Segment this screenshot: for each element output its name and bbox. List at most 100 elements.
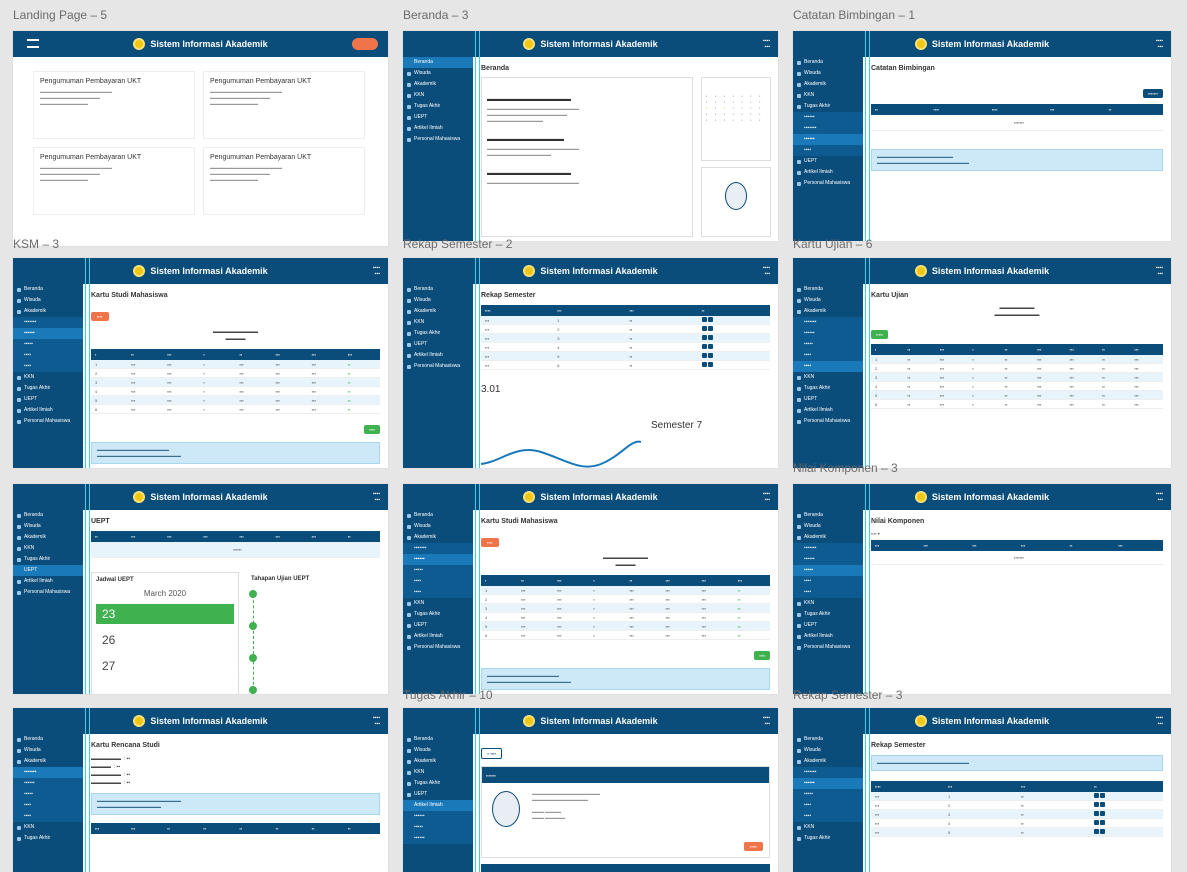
user-info[interactable]: ▪▪▪▪ ▪▪▪: [763, 265, 770, 277]
sidebar-item[interactable]: Beranda: [793, 734, 863, 745]
sidebar-item[interactable]: Artikel Ilmiah: [13, 405, 83, 416]
sidebar-item[interactable]: Personal Mahasiswa: [13, 416, 83, 427]
sidebar-item-beranda[interactable]: Beranda: [403, 57, 473, 68]
sidebar-item[interactable]: Akademik: [403, 306, 473, 317]
sidebar-item[interactable]: Artikel Ilmiah: [13, 576, 83, 587]
print-button[interactable]: ▪▪▪▪: [91, 312, 109, 321]
sidebar-item[interactable]: Beranda: [13, 510, 83, 521]
sidebar-item[interactable]: Akademik: [793, 79, 863, 90]
sidebar-item[interactable]: Wisuda: [793, 295, 863, 306]
sidebar-item[interactable]: Tugas Akhir: [403, 328, 473, 339]
print-button[interactable]: ▪▪▪▪: [481, 538, 499, 547]
sidebar-item[interactable]: Akademik: [793, 306, 863, 317]
sidebar-item[interactable]: Wisuda: [13, 521, 83, 532]
sidebar-item[interactable]: Akademik: [403, 532, 473, 543]
sidebar-sub[interactable]: ▪▪▪▪: [403, 576, 473, 587]
sidebar-item-kkn[interactable]: KKN: [403, 90, 473, 101]
sidebar-sub[interactable]: ▪▪▪▪: [13, 361, 83, 372]
sidebar-item[interactable]: Artikel Ilmiah: [403, 631, 473, 642]
schedule-item[interactable]: 26: [96, 630, 234, 650]
sidebar-sub[interactable]: ▪▪▪▪: [793, 350, 863, 361]
user-info[interactable]: ▪▪▪▪ ▪▪▪: [763, 38, 770, 50]
sidebar-sub[interactable]: ▪▪▪▪▪: [793, 565, 863, 576]
announcement-card[interactable]: Pengumuman Pembayaran UKT ▬▬▬▬▬▬▬▬▬▬▬▬▬▬▬…: [203, 71, 365, 139]
sidebar-sub[interactable]: ▪▪▪▪▪▪▪: [13, 317, 83, 328]
sidebar-item[interactable]: Wisuda: [403, 295, 473, 306]
sidebar-sub[interactable]: ▪▪▪▪▪▪▪: [793, 767, 863, 778]
sidebar-sub[interactable]: ▪▪▪▪▪▪: [793, 112, 863, 123]
login-button[interactable]: [352, 38, 378, 50]
sidebar-item[interactable]: Wisuda: [13, 745, 83, 756]
sidebar-item[interactable]: Akademik: [793, 756, 863, 767]
sidebar-item[interactable]: KKN: [793, 372, 863, 383]
sidebar-item[interactable]: UEPT: [793, 156, 863, 167]
sidebar-item[interactable]: Personal Mahasiswa: [13, 587, 83, 598]
sidebar-sub[interactable]: ▪▪▪▪▪: [793, 339, 863, 350]
user-info[interactable]: ▪▪▪▪ ▪▪▪: [1156, 715, 1163, 727]
sidebar-item[interactable]: Beranda: [13, 734, 83, 745]
sidebar-item[interactable]: Artikel Ilmiah: [793, 405, 863, 416]
sidebar-item[interactable]: KKN: [13, 543, 83, 554]
sidebar-sub[interactable]: ▪▪▪▪▪: [403, 565, 473, 576]
sidebar-sub[interactable]: ▪▪▪▪▪▪: [793, 134, 863, 145]
sidebar-sub[interactable]: ▪▪▪▪▪▪▪: [793, 123, 863, 134]
sidebar-item-uept[interactable]: UEPT: [403, 112, 473, 123]
sidebar-item[interactable]: KKN: [793, 822, 863, 833]
menu-icon[interactable]: [27, 39, 39, 48]
sidebar-item[interactable]: KKN: [793, 598, 863, 609]
sidebar-item[interactable]: Personal Mahasiswa: [403, 361, 473, 372]
sidebar-item[interactable]: Tugas Akhir: [793, 101, 863, 112]
sidebar-item[interactable]: KKN: [403, 598, 473, 609]
sidebar-sub[interactable]: ▪▪▪▪: [793, 576, 863, 587]
user-info[interactable]: ▪▪▪▪ ▪▪▪: [373, 491, 380, 503]
sidebar-item[interactable]: KKN: [793, 90, 863, 101]
sidebar-item[interactable]: Beranda: [793, 57, 863, 68]
sidebar-item[interactable]: Tugas Akhir: [793, 383, 863, 394]
sidebar-item[interactable]: KKN: [403, 317, 473, 328]
sidebar-sub[interactable]: ▪▪▪▪: [13, 800, 83, 811]
sidebar-item[interactable]: Beranda: [403, 734, 473, 745]
sidebar-item-artikel[interactable]: Artikel Ilmiah: [403, 800, 473, 811]
sidebar-sub[interactable]: ▪▪▪▪: [793, 587, 863, 598]
sidebar-item[interactable]: Beranda: [403, 510, 473, 521]
sidebar-item-akademik[interactable]: Akademik: [403, 79, 473, 90]
sidebar-sub[interactable]: ▪▪▪▪▪▪▪: [403, 543, 473, 554]
sidebar-item-personal[interactable]: Personal Mahasiswa: [403, 134, 473, 145]
sidebar-item[interactable]: Akademik: [13, 756, 83, 767]
user-info[interactable]: ▪▪▪▪ ▪▪▪: [1156, 265, 1163, 277]
sidebar-item[interactable]: UEPT: [403, 789, 473, 800]
sidebar-item[interactable]: UEPT: [793, 620, 863, 631]
sidebar-item[interactable]: KKN: [13, 822, 83, 833]
sidebar-item[interactable]: Wisuda: [793, 68, 863, 79]
search-button[interactable]: ⌕ ▪▪▪▪: [481, 748, 503, 759]
sidebar-item[interactable]: Artikel Ilmiah: [793, 631, 863, 642]
announcement-card[interactable]: Pengumuman Pembayaran UKT ▬▬▬▬▬▬▬▬▬▬▬▬▬▬▬…: [33, 147, 195, 215]
sidebar-sub[interactable]: ▪▪▪▪▪▪: [13, 328, 83, 339]
sidebar-sub[interactable]: ▪▪▪▪: [793, 145, 863, 156]
sidebar-item[interactable]: Akademik: [403, 756, 473, 767]
sidebar-item[interactable]: Tugas Akhir: [13, 383, 83, 394]
sidebar-item[interactable]: Personal Mahasiswa: [793, 416, 863, 427]
sidebar-item[interactable]: Beranda: [13, 284, 83, 295]
sidebar-item[interactable]: Tugas Akhir: [403, 778, 473, 789]
sidebar-item[interactable]: Tugas Akhir: [793, 609, 863, 620]
sidebar-item[interactable]: Wisuda: [13, 295, 83, 306]
sidebar-item[interactable]: Tugas Akhir: [403, 609, 473, 620]
sidebar-sub[interactable]: ▪▪▪▪: [13, 811, 83, 822]
sidebar-item-artikel[interactable]: Artikel Ilmiah: [403, 123, 473, 134]
print-card-button[interactable]: ▪▪▪▪▪: [871, 330, 889, 339]
export-button[interactable]: ▪▪▪▪: [754, 651, 770, 660]
sidebar-item[interactable]: UEPT: [403, 620, 473, 631]
sidebar-item[interactable]: Beranda: [403, 284, 473, 295]
schedule-item-active[interactable]: 23: [96, 604, 234, 624]
sidebar-item[interactable]: Wisuda: [403, 745, 473, 756]
sidebar-item[interactable]: KKN: [13, 372, 83, 383]
sidebar-item-tugas-akhir[interactable]: Tugas Akhir: [403, 101, 473, 112]
user-info[interactable]: ▪▪▪▪ ▪▪▪: [763, 715, 770, 727]
add-note-button[interactable]: ▪▪▪▪▪▪▪: [1143, 89, 1163, 98]
sidebar-item[interactable]: Personal Mahasiswa: [793, 642, 863, 653]
sidebar-sub[interactable]: ▪▪▪▪: [793, 361, 863, 372]
sidebar-item[interactable]: Beranda: [793, 284, 863, 295]
sidebar-sub[interactable]: ▪▪▪▪: [13, 350, 83, 361]
sidebar-sub[interactable]: ▪▪▪▪▪▪▪: [793, 543, 863, 554]
